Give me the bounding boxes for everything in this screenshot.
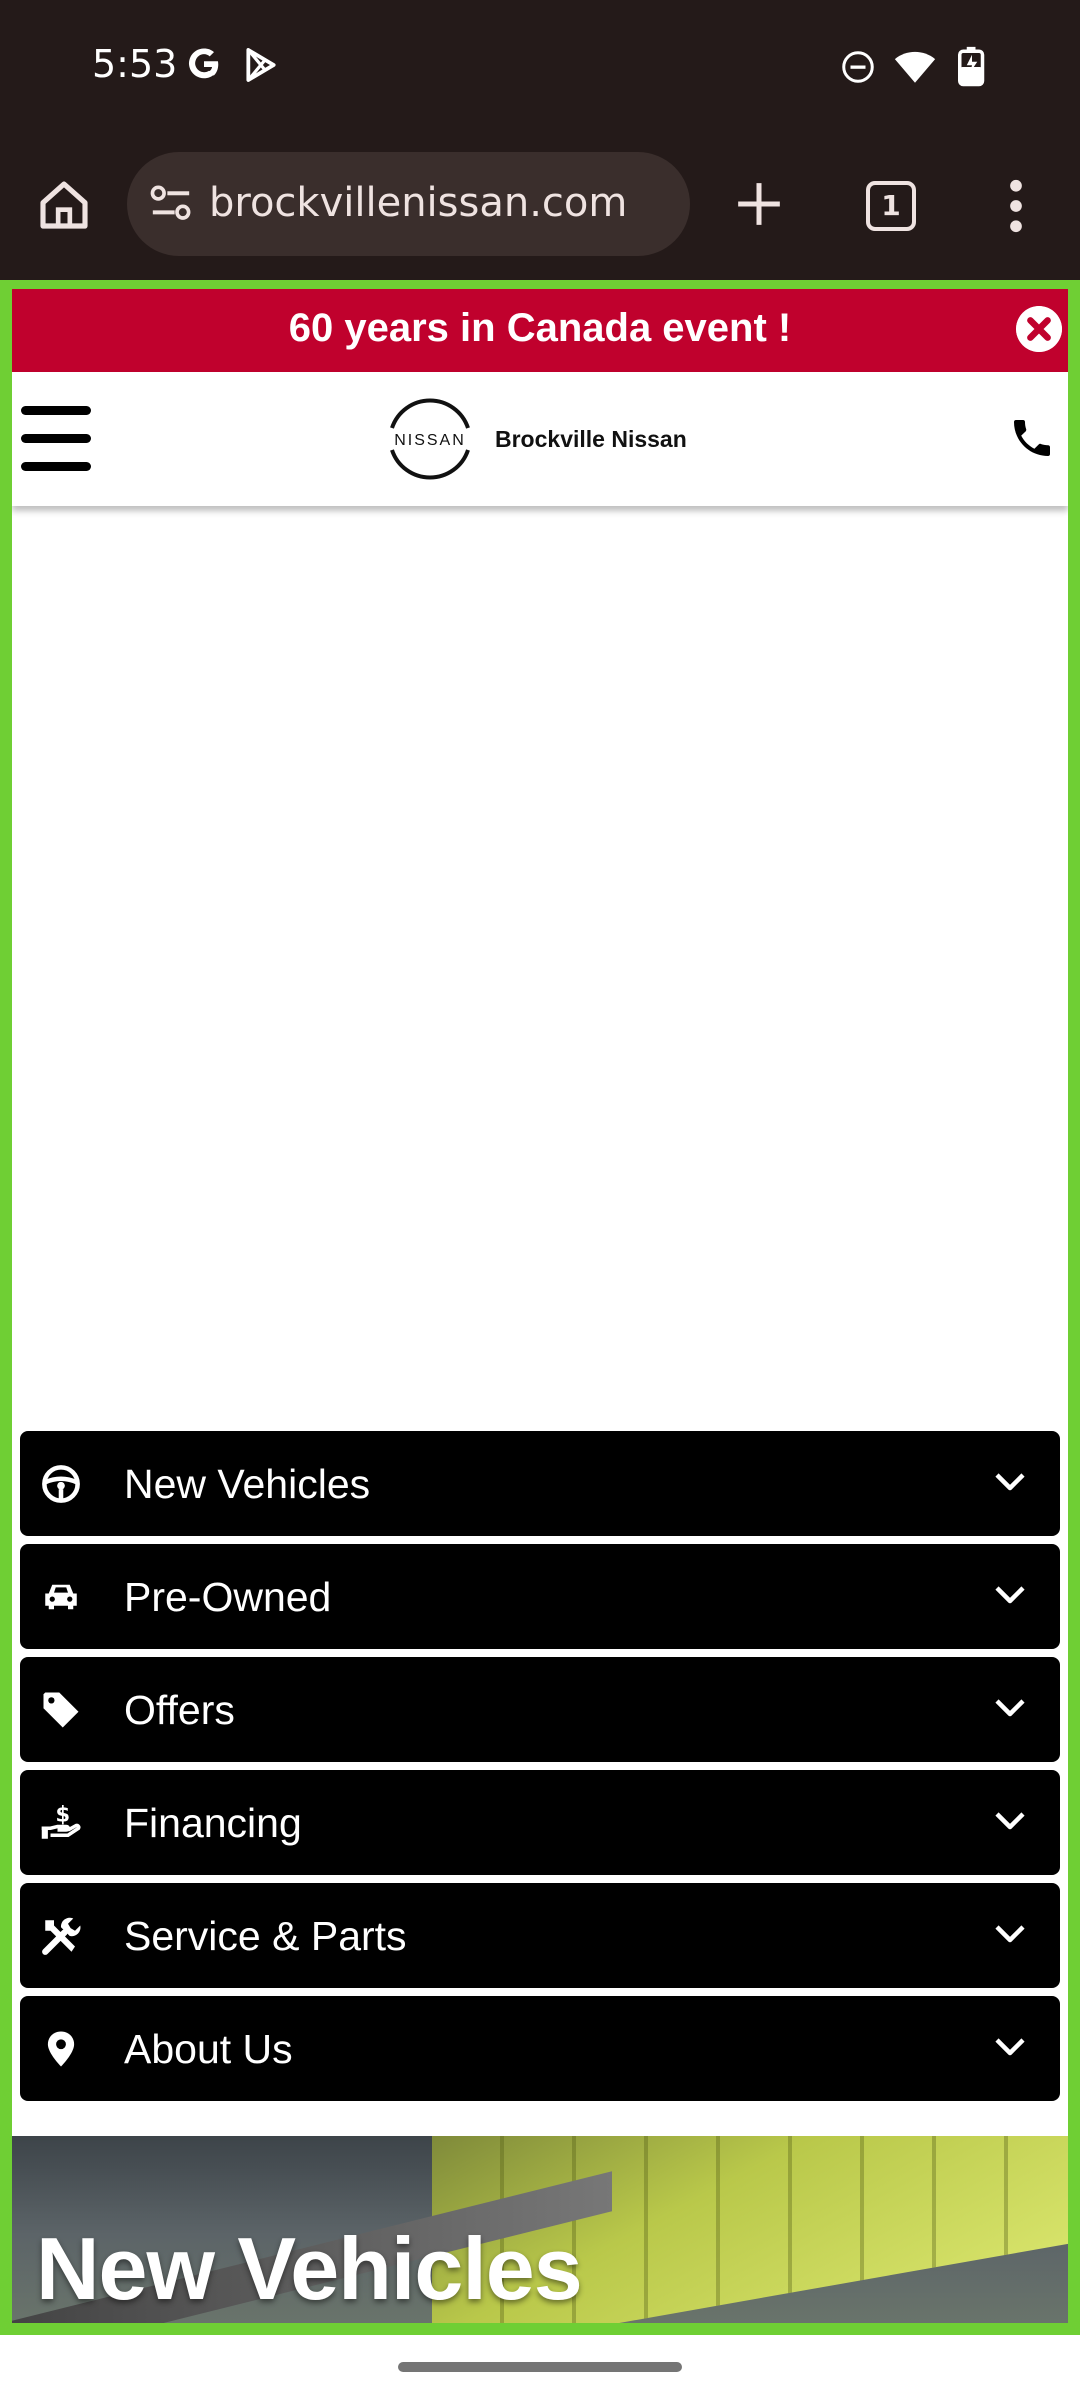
chevron-down-icon [995, 1812, 1025, 1830]
url-text[interactable]: brockvillenissan.com [209, 180, 627, 226]
main-nav: New Vehicles Pre-Owned Offers $ Financin… [20, 1431, 1060, 2109]
nissan-logo-icon: NISSAN [390, 398, 470, 480]
nav-item-service-parts[interactable]: Service & Parts [20, 1883, 1060, 1988]
status-bar: 5:53 [0, 0, 1080, 135]
car-icon [45, 1584, 77, 1610]
new-tab-icon[interactable] [734, 179, 784, 229]
site-settings-icon[interactable] [149, 184, 193, 224]
do-not-disturb-icon [842, 51, 874, 83]
status-time: 5:53 [92, 42, 178, 86]
google-g-icon [188, 48, 219, 79]
chevron-down-icon [995, 1586, 1025, 1604]
hero-title: New Vehicles [36, 2219, 583, 2318]
nav-item-new-vehicles[interactable]: New Vehicles [20, 1431, 1060, 1536]
chevron-down-icon [995, 1699, 1025, 1717]
dealer-logo[interactable]: NISSAN Brockville Nissan [379, 396, 687, 482]
logo-wordmark: NISSAN [394, 432, 466, 449]
promo-text[interactable]: 60 years in Canada event ! [12, 306, 1068, 351]
chevron-down-icon [995, 2038, 1025, 2056]
home-icon[interactable] [36, 177, 92, 233]
web-content: 60 years in Canada event ! NISSAN Brockv… [0, 280, 1080, 2335]
wifi-icon [894, 51, 936, 83]
tools-icon [42, 1917, 81, 1955]
more-options-icon[interactable] [1004, 179, 1028, 233]
browser-toolbar: brockvillenissan.com 1 [0, 135, 1080, 280]
tag-icon [43, 1692, 79, 1728]
nav-label: Financing [124, 1800, 302, 1846]
nav-label: Service & Parts [124, 1913, 407, 1959]
nav-item-offers[interactable]: Offers [20, 1657, 1060, 1762]
location-pin-icon [47, 2031, 75, 2067]
hamburger-menu-icon[interactable] [21, 406, 91, 472]
svg-text:$: $ [55, 1802, 70, 1826]
battery-charging-icon [958, 46, 985, 87]
hero-new-vehicles[interactable]: New Vehicles [12, 2136, 1068, 2323]
nav-item-about-us[interactable]: About Us [20, 1996, 1060, 2101]
chevron-down-icon [995, 1925, 1025, 1943]
play-store-icon [246, 48, 276, 82]
steering-wheel-icon [42, 1465, 80, 1503]
status-icons [840, 46, 990, 88]
nav-item-pre-owned[interactable]: Pre-Owned [20, 1544, 1060, 1649]
close-icon[interactable] [1016, 306, 1062, 352]
gesture-navigation-bar[interactable] [398, 2362, 682, 2372]
nav-item-financing[interactable]: $ Financing [20, 1770, 1060, 1875]
dealer-name[interactable]: Brockville Nissan [495, 426, 687, 453]
promo-banner[interactable]: 60 years in Canada event ! [12, 289, 1068, 372]
nav-label: New Vehicles [124, 1461, 371, 1507]
phone-icon[interactable] [1008, 414, 1056, 462]
chevron-down-icon [995, 1473, 1025, 1491]
site-header: NISSAN Brockville Nissan [12, 372, 1068, 506]
hand-dollar-icon: $ [41, 1802, 81, 1839]
tab-switcher-button[interactable]: 1 [866, 181, 916, 231]
nav-label: Offers [124, 1687, 235, 1733]
nav-label: Pre-Owned [124, 1574, 332, 1620]
address-bar[interactable]: brockvillenissan.com [127, 152, 690, 256]
nav-label: About Us [124, 2026, 293, 2072]
